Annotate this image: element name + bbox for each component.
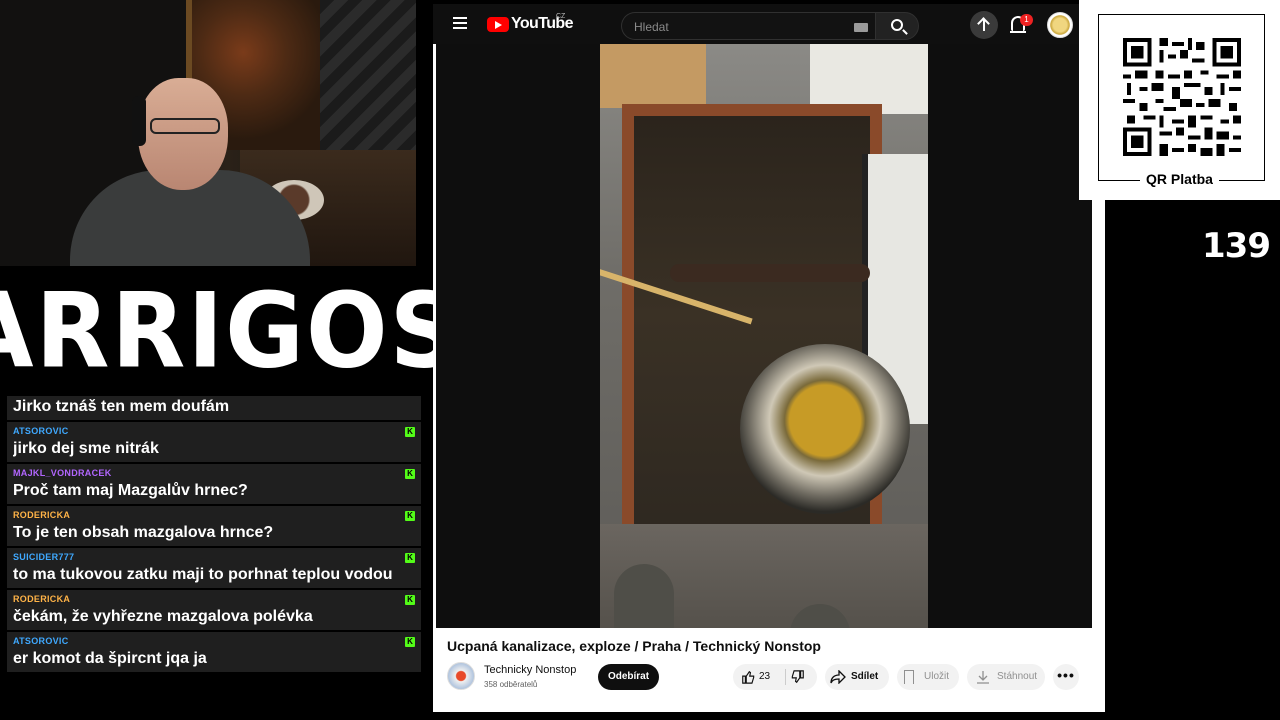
video-grease-drum — [740, 344, 910, 514]
channel-avatar[interactable] — [447, 662, 475, 690]
account-avatar[interactable] — [1047, 12, 1073, 38]
chat-message: ATSOROVIC jirko dej sme nitrák K — [7, 422, 421, 464]
chat-username: MAJKL_VONDRACEK — [13, 468, 112, 478]
chat-message-text: jirko dej sme nitrák — [13, 440, 159, 457]
chat-message: SUICIDER777 to ma tukovou zatku maji to … — [7, 548, 421, 590]
chat-username: RODERICKA — [13, 594, 71, 604]
chat-message: MAJKL_VONDRACEK Proč tam maj Mazgalův hr… — [7, 464, 421, 506]
download-button[interactable]: Stáhnout — [967, 664, 1045, 690]
channel-logo-text: ARRIGOS — [0, 270, 461, 392]
search-icon — [891, 19, 903, 31]
share-label: Sdílet — [851, 671, 879, 682]
chat-message: Jirko tznáš ten mem doufám — [7, 396, 421, 422]
chat-message-text: Jirko tznáš ten mem doufám — [13, 398, 230, 415]
like-icon[interactable] — [741, 670, 755, 684]
share-icon — [830, 670, 846, 684]
bookmark-icon — [904, 670, 914, 684]
video-pipe — [670, 264, 870, 282]
video-box — [600, 44, 706, 108]
kick-icon: K — [405, 595, 415, 605]
streamer-head — [138, 78, 228, 190]
youtube-window: YouTube CZ 1 Ucpaná kanalizace, exploze … — [433, 4, 1105, 712]
chat-message-text: Proč tam maj Mazgalův hrnec? — [13, 482, 248, 499]
channel-name[interactable]: Technicky Nonstop — [484, 664, 576, 676]
search-button[interactable] — [875, 12, 919, 40]
chat-message-text: čekám, že vyhřezne mazgalova polévka — [13, 608, 313, 625]
video-boot — [614, 564, 674, 628]
viewer-counter: 139 — [1202, 226, 1271, 266]
like-count[interactable]: 23 — [759, 664, 770, 690]
save-button[interactable]: Uložit — [897, 664, 959, 690]
like-dislike-group: 23 — [733, 664, 817, 690]
subscribe-button[interactable]: Odebírat — [598, 664, 659, 690]
streamer-glasses — [150, 118, 220, 134]
kick-icon: K — [405, 427, 415, 437]
qr-code-icon — [1123, 38, 1241, 156]
youtube-country-code: CZ — [556, 13, 566, 20]
upload-icon[interactable] — [970, 11, 998, 39]
youtube-topbar: YouTube CZ 1 — [433, 4, 1079, 44]
download-label: Stáhnout — [997, 671, 1038, 682]
share-button[interactable]: Sdílet — [825, 664, 889, 690]
chat-username: ATSOROVIC — [13, 636, 69, 646]
chat-message-text: to ma tukovou zatku maji to porhnat tepl… — [13, 566, 393, 583]
search-input[interactable] — [634, 18, 834, 36]
video-frame — [600, 44, 928, 628]
subscriber-count: 358 odběratelů — [484, 680, 538, 689]
kick-icon: K — [405, 469, 415, 479]
chat-username: SUICIDER777 — [13, 552, 75, 562]
notification-badge: 1 — [1020, 14, 1033, 26]
hamburger-menu-icon[interactable] — [453, 17, 467, 29]
chat-message-text: er komot da špircnt jqa ja — [13, 650, 207, 667]
chat-message: ATSOROVIC er komot da špircnt jqa ja K — [7, 632, 421, 674]
webcam-feed — [0, 0, 416, 266]
qr-payment-box: QR Platba — [1079, 0, 1280, 200]
youtube-logo-icon[interactable] — [487, 17, 509, 32]
channel-logo: ARRIGOS — [0, 266, 459, 396]
chat-message-text: To je ten obsah mazgalova hrnce? — [13, 524, 274, 541]
keyboard-icon[interactable] — [854, 23, 868, 32]
streamer-headset — [132, 96, 146, 146]
video-player[interactable] — [436, 44, 1092, 628]
chat-username: RODERICKA — [13, 510, 71, 520]
qr-label-container: QR Platba — [1079, 171, 1280, 189]
chat-message: RODERICKA To je ten obsah mazgalova hrnc… — [7, 506, 421, 548]
kick-icon: K — [405, 637, 415, 647]
like-separator — [785, 669, 786, 685]
search-box — [621, 12, 875, 40]
chat-message: RODERICKA čekám, že vyhřezne mazgalova p… — [7, 590, 421, 632]
video-title: Ucpaná kanalizace, exploze / Praha / Tec… — [447, 638, 821, 654]
more-actions-button[interactable]: ••• — [1053, 664, 1079, 690]
qr-label: QR Platba — [1140, 171, 1219, 187]
chat-panel: Jirko tznáš ten mem doufám ATSOROVIC jir… — [7, 396, 421, 716]
dislike-icon[interactable] — [791, 670, 805, 684]
chat-username: ATSOROVIC — [13, 426, 69, 436]
download-icon — [977, 671, 989, 684]
kick-icon: K — [405, 511, 415, 521]
save-label: Uložit — [924, 671, 950, 682]
kick-icon: K — [405, 553, 415, 563]
